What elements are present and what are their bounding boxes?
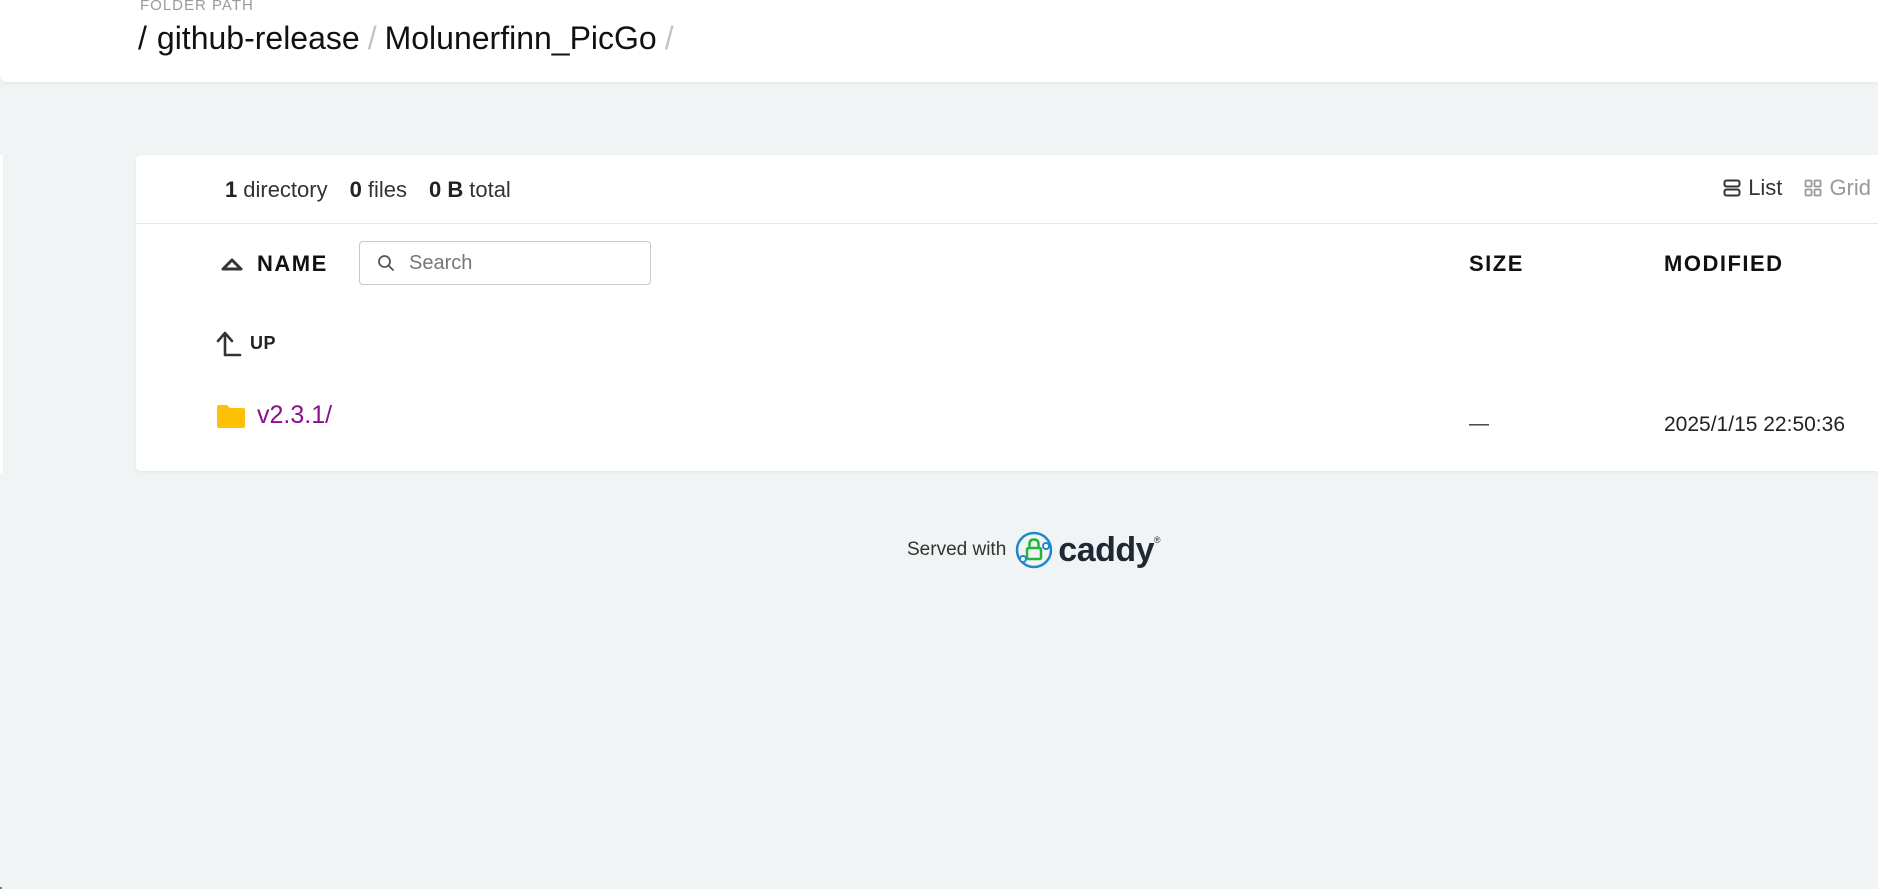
- file-modified-cell: 2025/1/15 22:50:36: [1664, 413, 1846, 436]
- name-column-header[interactable]: NAME: [257, 251, 328, 277]
- list-icon: [1723, 179, 1741, 197]
- caddy-lock-icon: [1016, 531, 1053, 569]
- breadcrumb-root[interactable]: /: [138, 20, 147, 57]
- directory-count: 1 directory: [225, 177, 328, 202]
- arrow-up-left-icon: [216, 331, 242, 357]
- file-name-cell[interactable]: v2.3.1/: [215, 401, 332, 430]
- caddy-logo-link[interactable]: caddy ®: [1014, 530, 1161, 570]
- size-column-header[interactable]: SIZE: [1469, 251, 1524, 277]
- search-input[interactable]: [407, 250, 641, 276]
- folder-icon: [217, 404, 245, 428]
- sort-ascending-icon[interactable]: [220, 256, 244, 272]
- search-field: [359, 241, 651, 285]
- breadcrumb-molunerfinn-picgo[interactable]: Molunerfinn_PicGo: [385, 20, 657, 57]
- table-row: v2.3.1/ — 2025/1/15 22:50:36: [136, 401, 1878, 451]
- up-label: UP: [250, 332, 277, 353]
- sidebar-edge: [0, 155, 3, 473]
- caddy-wordmark: caddy ®: [1058, 530, 1161, 569]
- listing-panel: 1 directory 0 files 0 Btotal List Grid NAM…: [136, 155, 1878, 471]
- modified-column-header[interactable]: MODIFIED: [1664, 251, 1784, 277]
- search-icon: [378, 255, 394, 271]
- list-view-label: List: [1748, 175, 1783, 200]
- grid-view-label: Grid: [1829, 175, 1871, 200]
- listing-summary: 1 directory 0 files 0 Btotal: [225, 177, 511, 203]
- file-count: 0 files: [349, 177, 407, 202]
- grid-view-button[interactable]: Grid: [1804, 175, 1878, 201]
- footer: Served with caddy ®: [907, 530, 1161, 570]
- divider: [136, 223, 1878, 224]
- page-header: FOLDER PATH / github-release / Molunerfi…: [0, 0, 1878, 82]
- breadcrumb-separator: /: [664, 20, 674, 56]
- served-with-text: Served with: [907, 539, 1007, 560]
- list-view-button[interactable]: List: [1723, 175, 1782, 201]
- view-toggle: List Grid: [1723, 175, 1878, 201]
- grid-icon: [1805, 179, 1822, 197]
- folder-path-label: FOLDER PATH: [140, 0, 254, 14]
- file-name-link[interactable]: v2.3.1/: [257, 401, 332, 430]
- breadcrumb-github-release[interactable]: github-release: [157, 20, 360, 57]
- total-size: 0 Btotal: [428, 177, 511, 202]
- up-link[interactable]: UP: [216, 329, 276, 357]
- breadcrumb-separator: /: [367, 20, 377, 56]
- breadcrumb: / github-release / Molunerfinn_PicGo /: [138, 20, 682, 57]
- file-size-cell: —: [1469, 413, 1489, 435]
